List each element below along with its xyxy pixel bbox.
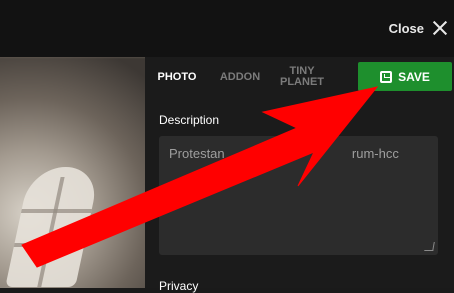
editor-panel: PHOTO ADDON TINY PLANET SAVE Description… — [145, 57, 454, 293]
photo-preview — [0, 57, 145, 288]
save-button[interactable]: SAVE — [358, 62, 452, 91]
save-icon — [380, 70, 393, 83]
window-transom — [20, 209, 92, 213]
close-label: Close — [388, 20, 424, 36]
resize-grip-icon[interactable] — [424, 242, 435, 251]
close-icon — [432, 20, 448, 36]
tab-addon[interactable]: ADDON — [211, 71, 269, 83]
privacy-label: Privacy — [159, 279, 199, 293]
description-text-start: Protestan — [169, 146, 225, 161]
tab-tiny-planet[interactable]: TINY PLANET — [273, 66, 331, 88]
close-button[interactable]: Close — [389, 20, 448, 36]
tab-tiny-planet-label: TINY PLANET — [280, 65, 324, 88]
save-label: SAVE — [398, 69, 430, 84]
window-mullion — [37, 177, 65, 287]
editor-tabs: PHOTO ADDON TINY PLANET — [155, 57, 331, 97]
description-textarea[interactable]: Protestan rum-hcc — [159, 136, 438, 255]
top-bar: Close — [0, 0, 454, 57]
description-text-end: rum-hcc — [351, 146, 399, 161]
description-label: Description — [159, 113, 220, 127]
tab-photo[interactable]: PHOTO — [155, 71, 199, 83]
window-transom — [13, 243, 85, 247]
